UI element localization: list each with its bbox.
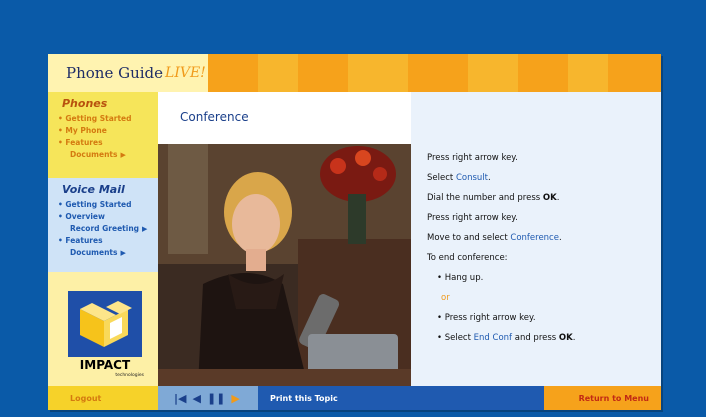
- header-stripe: [568, 54, 608, 92]
- bullet-text: Press right arrow key.: [444, 313, 536, 323]
- instruction-step: Press right arrow key.: [427, 213, 518, 223]
- instruction-panel: Press right arrow key. Select Consult. D…: [411, 92, 661, 386]
- sidebar-item-my-phone[interactable]: • My Phone: [48, 124, 158, 136]
- logout-button[interactable]: Logout: [48, 386, 158, 410]
- logo-text: Phone Guide: [66, 64, 164, 82]
- instruction-bullet: • Select End Conf and press OK.: [437, 333, 576, 343]
- bullet-text: Select: [444, 333, 474, 343]
- instruction-step: Dial the number and press OK.: [427, 193, 559, 203]
- chevron-right-icon: ▶: [120, 248, 126, 257]
- sidebar-item-vm-overview[interactable]: • Overview: [48, 210, 158, 222]
- playback-controls: |◀ ◀ ❚❚ ▶: [158, 386, 258, 410]
- step-text: Dial the number and press: [427, 193, 543, 203]
- sidebar-item-vm-getting-started[interactable]: • Getting Started: [48, 198, 158, 210]
- topic-title-bar: Conference: [158, 92, 411, 144]
- app-window: Phone Guide LIVE! Phones • Getting Start…: [48, 54, 661, 410]
- sidebar-item-label: Documents: [70, 149, 118, 159]
- bullet-text: and press: [512, 333, 559, 343]
- sidebar-item-vm-documents[interactable]: Documents ▶: [48, 246, 158, 258]
- sidebar-item-documents[interactable]: Documents ▶: [48, 148, 158, 160]
- logo-live: LIVE!: [165, 65, 206, 81]
- sidebar-item-features[interactable]: • Features: [48, 136, 158, 148]
- sidebar-heading-phones: Phones: [62, 97, 108, 110]
- softkey-name: Consult: [455, 173, 488, 183]
- play-icon[interactable]: ▶: [231, 392, 239, 405]
- print-topic-button[interactable]: Print this Topic: [258, 386, 544, 410]
- pause-icon[interactable]: ❚❚: [207, 392, 225, 405]
- step-text: Select: [427, 173, 456, 183]
- sidebar-item-getting-started[interactable]: • Getting Started: [48, 112, 158, 124]
- chevron-right-icon: ▶: [142, 224, 148, 233]
- step-text: Move to and select: [427, 233, 511, 243]
- app-logo: Phone Guide LIVE!: [48, 54, 208, 92]
- instruction-step: Move to and select Conference.: [427, 233, 562, 243]
- instruction-step: Select Consult.: [427, 173, 491, 183]
- impact-logo-icon: [68, 291, 142, 357]
- step-text: .: [558, 233, 562, 243]
- restart-icon[interactable]: |◀: [174, 392, 186, 405]
- step-text: .: [556, 193, 560, 203]
- sidebar-item-record-greeting[interactable]: Record Greeting ▶: [48, 222, 158, 234]
- brand-sub: technologies: [115, 373, 144, 378]
- step-text: Press right arrow key.: [427, 213, 518, 223]
- sidebar-item-label: Documents: [70, 247, 118, 257]
- step-text: To end conference:: [427, 253, 508, 263]
- page-title: Conference: [180, 110, 249, 124]
- bottom-bar: Logout |◀ ◀ ❚❚ ▶ Print this Topic Return…: [48, 386, 661, 410]
- sidebar-section-phones: Phones • Getting Started • My Phone • Fe…: [48, 92, 158, 178]
- brand-name: IMPACT: [79, 358, 131, 372]
- sidebar-item-label: Record Greeting: [70, 223, 140, 233]
- instruction-step: Press right arrow key.: [427, 153, 518, 163]
- key-name: OK: [558, 333, 573, 343]
- video-player[interactable]: [158, 144, 411, 386]
- or-separator: or: [441, 293, 450, 303]
- header-bar: Phone Guide LIVE!: [48, 54, 661, 92]
- header-stripe: [348, 54, 408, 92]
- presenter-video-frame: [158, 144, 411, 386]
- instruction-step: To end conference:: [427, 253, 508, 263]
- step-text: .: [487, 173, 491, 183]
- sidebar-section-voicemail: Voice Mail • Getting Started • Overview …: [48, 178, 158, 272]
- key-name: OK: [542, 193, 557, 203]
- softkey-name: Conference: [510, 233, 559, 243]
- return-to-menu-button[interactable]: Return to Menu: [544, 386, 661, 410]
- step-text: Press right arrow key.: [427, 153, 518, 163]
- header-stripe: [468, 54, 518, 92]
- softkey-name: End Conf: [473, 333, 513, 343]
- sidebar-item-vm-features[interactable]: • Features: [48, 234, 158, 246]
- impact-logo: IMPACT technologies: [66, 289, 144, 379]
- rewind-icon[interactable]: ◀: [192, 392, 200, 405]
- bullet-text: .: [572, 333, 576, 343]
- instruction-bullet: • Hang up.: [437, 273, 484, 283]
- instruction-bullet: • Press right arrow key.: [437, 313, 536, 323]
- header-stripe: [258, 54, 298, 92]
- sidebar-heading-voicemail: Voice Mail: [62, 183, 125, 196]
- chevron-right-icon: ▶: [120, 150, 126, 159]
- bullet-text: Hang up.: [444, 273, 484, 283]
